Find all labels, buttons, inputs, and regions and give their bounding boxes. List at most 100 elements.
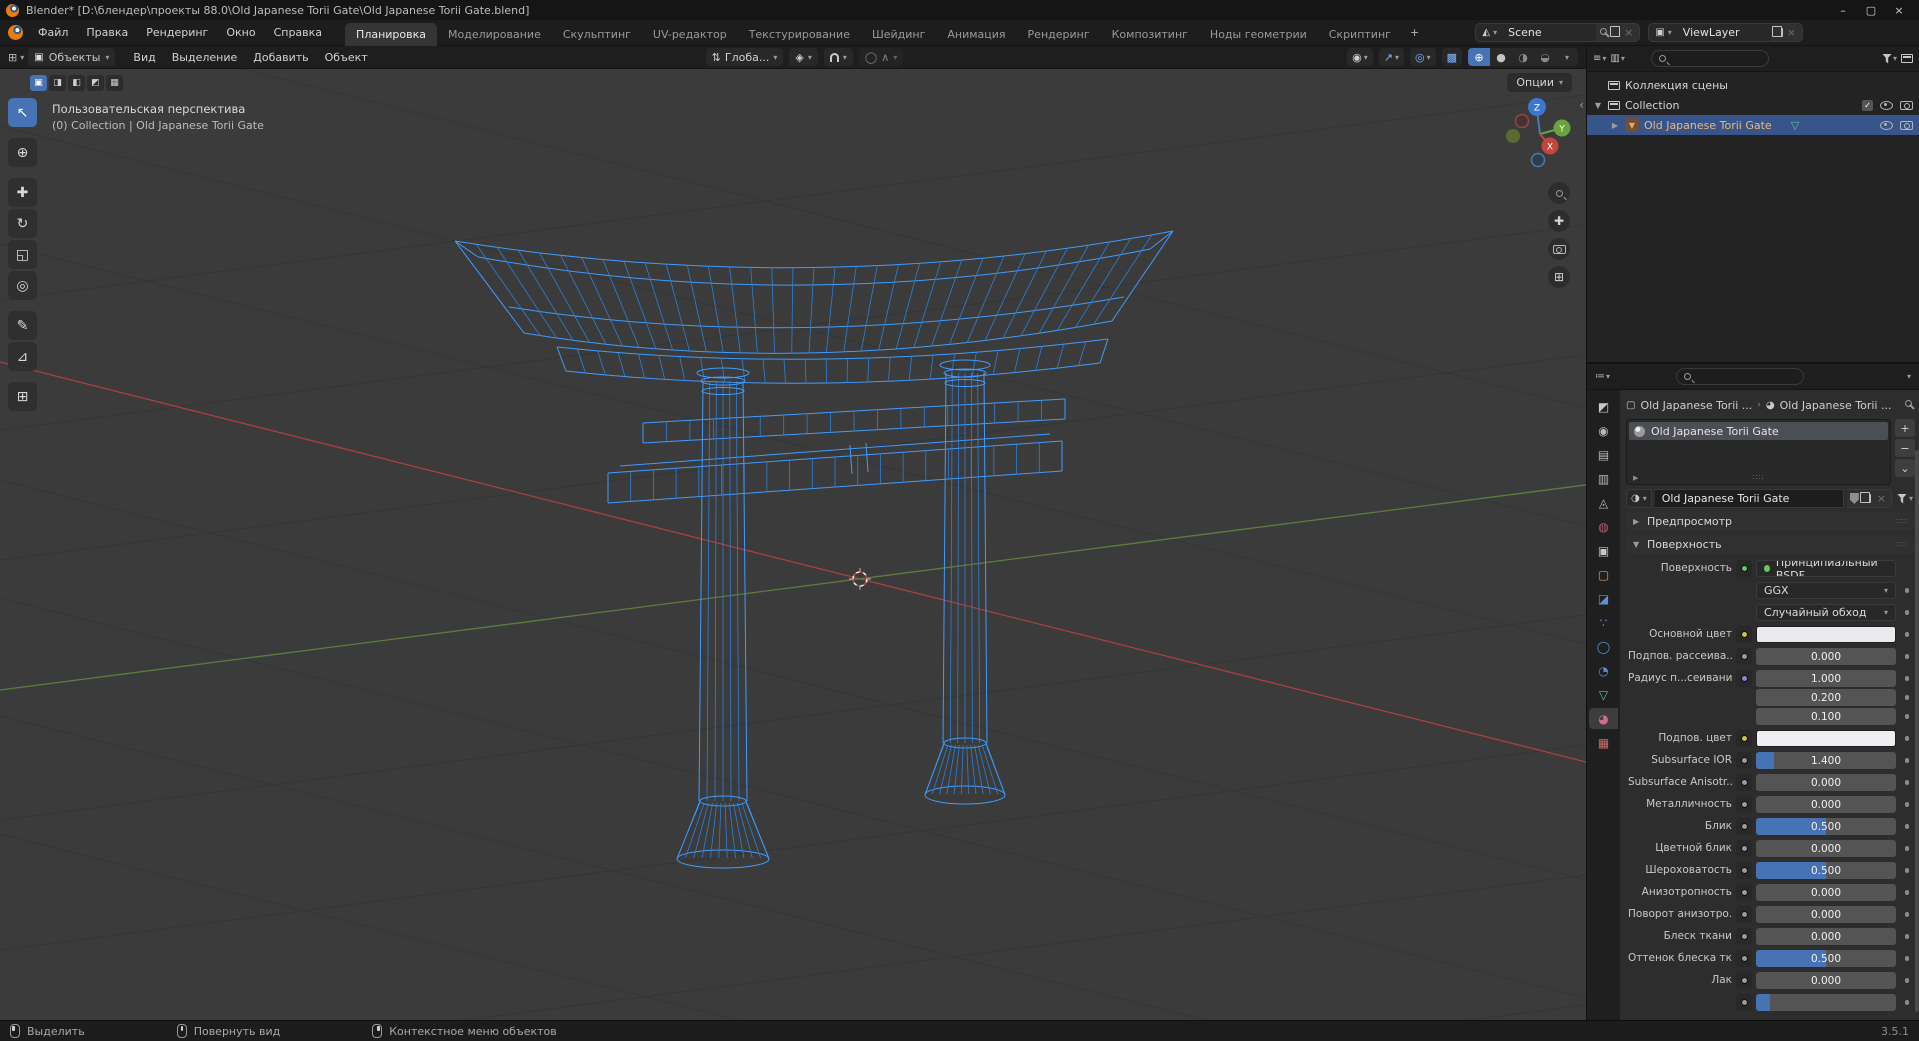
new-collection-button[interactable] — [1901, 54, 1913, 63]
keyframe-dot[interactable] — [1899, 654, 1915, 659]
node-socket-icon[interactable] — [1736, 730, 1752, 747]
viewport-menu-объект[interactable]: Объект — [317, 48, 376, 67]
tool-select-box[interactable]: ↖ — [8, 98, 37, 127]
color-swatch[interactable] — [1756, 626, 1896, 643]
disclosure-triangle-icon[interactable]: ▼ — [1593, 101, 1603, 110]
tool-cursor[interactable]: ⊕ — [8, 138, 37, 167]
node-socket-icon[interactable] — [1736, 972, 1752, 989]
workspace-tab[interactable]: UV-редактор — [642, 23, 738, 46]
tool-add-cube[interactable]: ⊞ — [8, 382, 37, 411]
tool-annotate[interactable]: ✎ — [8, 311, 37, 340]
node-socket-icon[interactable] — [1736, 950, 1752, 967]
slider-field[interactable]: 0.500 — [1756, 818, 1896, 835]
properties-tab-object-data[interactable]: ▽ — [1589, 684, 1618, 705]
workspace-tab[interactable]: Ноды геометрии — [1199, 23, 1318, 46]
shading-rendered-button[interactable]: ◒ — [1534, 48, 1556, 66]
outliner-row-collection[interactable]: ▼ Collection ✓ — [1587, 95, 1919, 115]
workspace-tab[interactable]: Скриптинг — [1318, 23, 1402, 46]
keyframe-dot[interactable] — [1899, 714, 1915, 719]
workspace-tab[interactable]: Скульптинг — [552, 23, 642, 46]
scrollbar[interactable] — [1915, 450, 1919, 1012]
fake-user-shield-icon[interactable] — [1849, 493, 1859, 504]
keyframe-dot[interactable] — [1899, 632, 1915, 637]
select-mode-new[interactable]: ▣ — [30, 75, 47, 91]
tool-measure[interactable]: ⊿ — [8, 342, 37, 371]
viewport-menu-добавить[interactable]: Добавить — [245, 48, 316, 67]
filter-id-dropdown[interactable]: ▥ ▾ — [1610, 53, 1624, 64]
workspace-tab[interactable]: Анимация — [936, 23, 1016, 46]
filter-dropdown[interactable]: ▾ — [1881, 53, 1897, 64]
properties-tab-texture[interactable]: ▦ — [1589, 732, 1618, 753]
select-mode-extend[interactable]: ◨ — [49, 75, 66, 91]
properties-tab-view-layer[interactable]: ▥ — [1589, 468, 1618, 489]
scene-selector[interactable]: ◭ ▾ Scene × — [1475, 23, 1641, 42]
workspace-tab[interactable]: Композитинг — [1101, 23, 1199, 46]
properties-tab-object[interactable]: ▢ — [1589, 564, 1618, 585]
color-swatch[interactable] — [1756, 730, 1896, 747]
minimize-button[interactable]: – — [1829, 1, 1857, 19]
slider-field[interactable]: 0.000 — [1756, 928, 1896, 945]
copy-icon[interactable] — [1609, 25, 1621, 37]
3d-viewport[interactable]: ⊞ ▾ ▣ Объекты ▾ Вид Выделение Добавить Объе… — [0, 46, 1587, 1020]
node-socket-icon[interactable] — [1736, 752, 1752, 769]
maximize-button[interactable]: ▢ — [1857, 1, 1885, 19]
scene-name[interactable]: Scene — [1500, 26, 1596, 39]
properties-tab-material[interactable]: ◕ — [1589, 708, 1618, 729]
breadcrumb-object[interactable]: Old Japanese Torii ... — [1640, 399, 1752, 412]
copy-icon[interactable] — [1860, 491, 1871, 503]
pin-icon[interactable] — [1600, 27, 1610, 38]
properties-tab-collection[interactable]: ▣ — [1589, 540, 1618, 561]
workspace-tab[interactable]: Моделирование — [437, 23, 552, 46]
select-mode-intersect[interactable]: ▦ — [106, 75, 123, 91]
menu-окно[interactable]: Окно — [217, 23, 264, 42]
properties-tab-modifiers[interactable]: ◪ — [1589, 588, 1618, 609]
viewlayer-name[interactable]: ViewLayer — [1675, 26, 1771, 39]
keyframe-dot[interactable] — [1899, 676, 1915, 681]
number-field[interactable]: 0.100 — [1756, 708, 1896, 725]
gizmos-dropdown[interactable]: ↗ ▾ — [1378, 48, 1404, 66]
node-socket-icon[interactable] — [1736, 560, 1752, 577]
close-button[interactable]: × — [1885, 1, 1913, 19]
slider-field[interactable]: 0.000 — [1756, 774, 1896, 791]
slider-field[interactable]: 0.000 — [1756, 972, 1896, 989]
viewport-canvas[interactable] — [0, 69, 1587, 1020]
properties-tab-constraints[interactable]: ◔ — [1589, 660, 1618, 681]
copy-icon[interactable] — [1772, 25, 1783, 37]
camera-view-button[interactable] — [1548, 238, 1570, 260]
workspace-tab[interactable]: Планировка — [345, 22, 438, 46]
properties-search-input[interactable] — [1676, 368, 1805, 385]
snap-toggle[interactable]: ▾ — [823, 48, 853, 66]
menu-справка[interactable]: Справка — [265, 23, 331, 42]
keyframe-dot[interactable] — [1899, 824, 1915, 829]
keyframe-dot[interactable] — [1899, 1000, 1915, 1005]
transform-orientation-dropdown[interactable]: ⇅ Глоба... ▾ — [705, 48, 784, 66]
pan-button[interactable]: ✚ — [1548, 210, 1570, 232]
slider-field[interactable]: 0.000 — [1756, 906, 1896, 923]
slider-field[interactable]: 0.000 — [1756, 884, 1896, 901]
editor-type-dropdown[interactable]: ≔ ▾ — [1595, 371, 1610, 382]
dropdown-field[interactable]: GGX ▾ — [1756, 582, 1896, 599]
pin-icon[interactable] — [1905, 400, 1915, 410]
material-specials-dropdown[interactable]: ▾ — [1895, 493, 1915, 504]
add-slot-button[interactable]: + — [1895, 419, 1915, 437]
viewport-menu-вид[interactable]: Вид — [125, 48, 163, 67]
node-socket-icon[interactable] — [1736, 840, 1752, 857]
show-object-types-dropdown[interactable]: ◉ ▾ — [1347, 48, 1373, 66]
workspace-tab[interactable]: Шейдинг — [861, 23, 936, 46]
unlink-icon[interactable]: × — [1875, 492, 1888, 505]
keyframe-dot[interactable] — [1899, 956, 1915, 961]
keyframe-dot[interactable] — [1899, 846, 1915, 851]
node-socket-icon[interactable] — [1736, 862, 1752, 879]
panel-surface[interactable]: ▼ Поверхность ∷∷ — [1626, 535, 1915, 554]
keyframe-dot[interactable] — [1899, 610, 1915, 615]
viewlayer-selector[interactable]: ▣ ▾ ViewLayer × — [1648, 23, 1803, 42]
outliner-row-scene-collection[interactable]: Коллекция сцены — [1587, 75, 1919, 95]
number-field[interactable]: 1.000 — [1756, 670, 1896, 687]
slider-field[interactable]: 0.000 — [1756, 840, 1896, 857]
properties-tab-scene[interactable]: ◬ — [1589, 492, 1618, 513]
material-name-field[interactable]: Old Japanese Torii Gate — [1654, 489, 1844, 508]
display-mode-dropdown[interactable]: ≡ ▾ — [1593, 53, 1606, 64]
grip-icon[interactable]: ∷∷ — [1752, 473, 1764, 482]
blender-menu-icon[interactable] — [8, 25, 23, 40]
collection-checkbox[interactable]: ✓ — [1862, 99, 1873, 111]
